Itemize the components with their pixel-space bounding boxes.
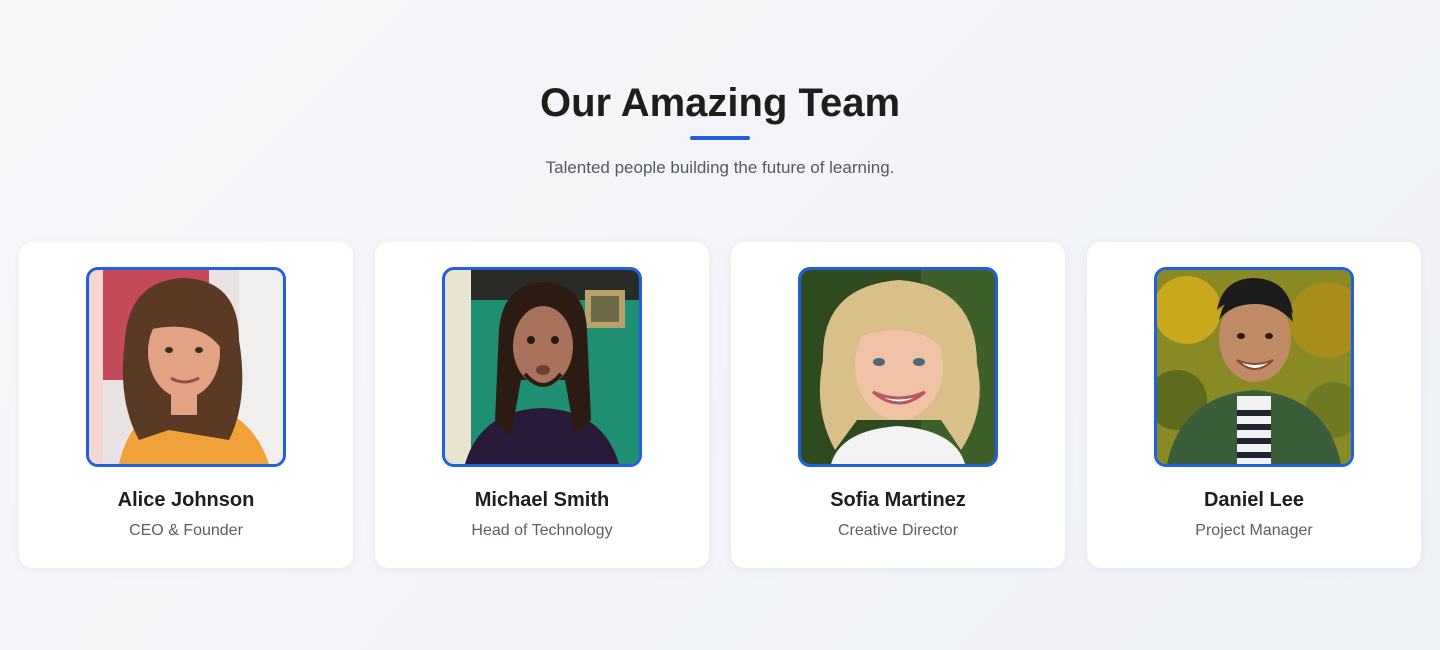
michael-smith-photo [442, 267, 642, 467]
team-card-sofia-martinez: Sofia Martinez Creative Director [731, 242, 1065, 568]
member-name: Daniel Lee [1203, 489, 1305, 511]
sofia-martinez-photo [798, 267, 998, 467]
team-card-michael-smith: Michael Smith Head of Technology [375, 242, 709, 568]
member-name: Alice Johnson [117, 489, 255, 511]
daniel-lee-photo [1154, 267, 1354, 467]
team-card-alice-johnson: Alice Johnson CEO & Founder [19, 242, 353, 568]
member-role: Creative Director [837, 522, 959, 539]
member-role: Head of Technology [471, 522, 613, 539]
member-name: Michael Smith [474, 489, 610, 511]
member-name: Sofia Martinez [830, 489, 966, 511]
title-underline [690, 136, 750, 140]
team-cards: Alice Johnson CEO & Founder Michael Smit… [19, 242, 1421, 568]
section-title: Our Amazing Team [539, 81, 901, 125]
member-role: Project Manager [1195, 522, 1313, 539]
alice-johnson-photo [86, 267, 286, 467]
team-section: Our Amazing Team Talented people buildin… [0, 0, 1440, 650]
member-role: CEO & Founder [129, 522, 243, 539]
person-photo-icon [445, 270, 639, 464]
person-photo-icon [89, 270, 283, 464]
person-photo-icon [1157, 270, 1351, 464]
team-card-daniel-lee: Daniel Lee Project Manager [1087, 242, 1421, 568]
person-photo-icon [801, 270, 995, 464]
section-subtitle: Talented people building the future of l… [545, 158, 895, 177]
